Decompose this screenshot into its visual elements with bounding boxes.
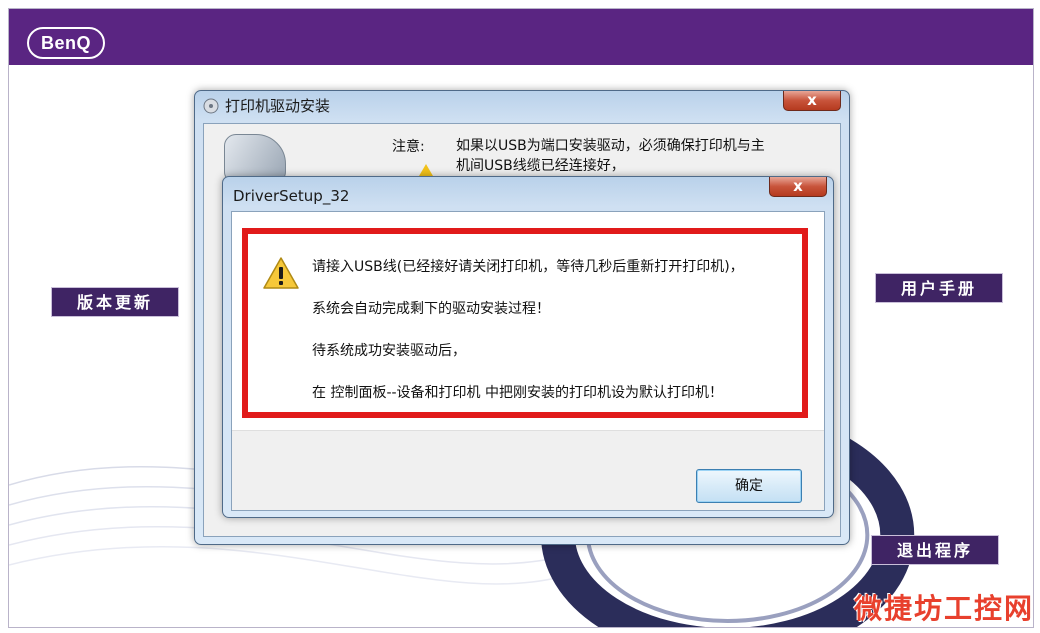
notice-text: 如果以USB为端口安装驱动，必须确保打印机与主机间USB线缆已经连接好， — [456, 138, 765, 174]
site-watermark: 微捷坊工控网 — [853, 592, 1034, 625]
driver-install-title-bar: 打印机驱动安装 — [203, 95, 330, 117]
dialog-close-button[interactable]: x — [769, 177, 827, 197]
dialog-footer: 确定 — [232, 430, 824, 510]
highlight-box — [242, 228, 808, 418]
notice-label: 注意: — [392, 139, 425, 155]
benq-logo: BenQ — [27, 27, 106, 59]
driver-setup-dialog: DriverSetup_32 x 请接入USB线(已经接好请关闭打印机，等待几秒… — [222, 176, 834, 518]
dialog-title-bar: DriverSetup_32 — [233, 185, 349, 207]
version-update-button[interactable]: 版本更新 — [51, 287, 179, 317]
printer-icon — [224, 134, 286, 182]
driver-install-title: 打印机驱动安装 — [225, 97, 331, 115]
dialog-content: 请接入USB线(已经接好请关闭打印机，等待几秒后重新打开打印机)， 系统会自动完… — [232, 212, 824, 430]
header-bar: BenQ — [9, 9, 1033, 65]
driver-install-close-button[interactable]: x — [783, 91, 841, 111]
ok-button[interactable]: 确定 — [696, 469, 802, 503]
user-manual-button[interactable]: 用户手册 — [875, 273, 1003, 303]
dialog-title: DriverSetup_32 — [233, 187, 350, 205]
dialog-body: 请接入USB线(已经接好请关闭打印机，等待几秒后重新打开打印机)， 系统会自动完… — [231, 211, 825, 511]
exit-program-button[interactable]: 退出程序 — [871, 535, 999, 565]
install-disc-icon — [203, 98, 219, 114]
